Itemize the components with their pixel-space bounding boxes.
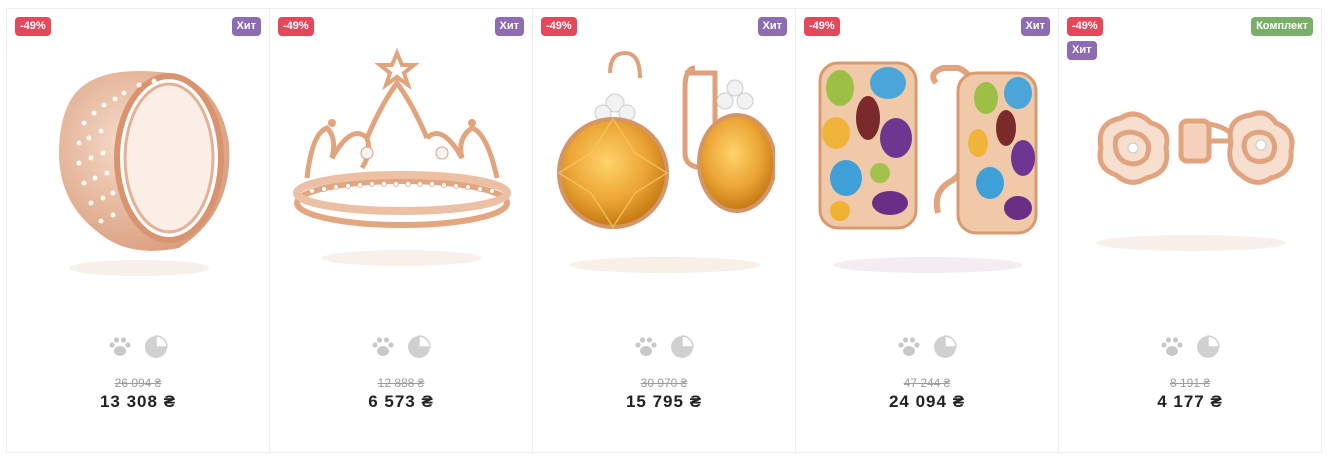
price: 4 177 ₴: [1157, 392, 1223, 411]
feature-icons: [796, 334, 1058, 360]
rose-stud-earrings-icon[interactable]: [1081, 43, 1301, 283]
discount-badge: -49%: [15, 17, 51, 36]
crown-ring-icon[interactable]: [292, 43, 512, 283]
paw-icon[interactable]: [370, 334, 396, 360]
product-card[interactable]: -49% Хит: [532, 8, 796, 453]
old-price: 8 191 ₴: [1169, 376, 1211, 390]
wide-ring-icon[interactable]: [29, 43, 249, 283]
hit-badge: Хит: [494, 17, 524, 36]
discount-badge: -49%: [541, 17, 577, 36]
price: 15 795 ₴: [625, 392, 703, 411]
pie-icon[interactable]: [1195, 334, 1221, 360]
paw-icon[interactable]: [107, 334, 133, 360]
feature-icons: [1059, 334, 1321, 360]
paw-icon[interactable]: [896, 334, 922, 360]
feature-icons: [270, 334, 532, 360]
hit-badge: Хит: [231, 17, 261, 36]
multi-gem-earrings-icon[interactable]: [818, 43, 1038, 283]
product-grid: -49% Хит 26 094 ₴ 13 308 ₴ -49% Хит 12 8…: [6, 8, 1326, 453]
kit-badge: Комплект: [1251, 17, 1313, 36]
old-price: 47 244 ₴: [903, 376, 951, 390]
citrine-earrings-icon[interactable]: [555, 43, 775, 283]
pie-icon[interactable]: [669, 334, 695, 360]
product-card[interactable]: -49% Хит: [269, 8, 533, 453]
product-card[interactable]: -49% Хит: [6, 8, 270, 453]
old-price: 30 970 ₴: [640, 376, 688, 390]
old-price: 26 094 ₴: [114, 376, 162, 390]
pie-icon[interactable]: [143, 334, 169, 360]
hit-badge: Хит: [1020, 17, 1050, 36]
paw-icon[interactable]: [1159, 334, 1185, 360]
price: 13 308 ₴: [99, 392, 177, 411]
product-card[interactable]: -49% Хит: [795, 8, 1059, 453]
old-price: 12 888 ₴: [377, 376, 425, 390]
discount-badge: -49%: [804, 17, 840, 36]
pie-icon[interactable]: [932, 334, 958, 360]
hit-badge: Хит: [757, 17, 787, 36]
paw-icon[interactable]: [633, 334, 659, 360]
feature-icons: [7, 334, 269, 360]
discount-badge: -49%: [1067, 17, 1103, 36]
discount-badge: -49%: [278, 17, 314, 36]
price: 24 094 ₴: [888, 392, 966, 411]
feature-icons: [533, 334, 795, 360]
pie-icon[interactable]: [406, 334, 432, 360]
product-card[interactable]: -49% Хит Комплект 8 191 ₴ 4 177 ₴: [1058, 8, 1322, 453]
price: 6 573 ₴: [368, 392, 434, 411]
